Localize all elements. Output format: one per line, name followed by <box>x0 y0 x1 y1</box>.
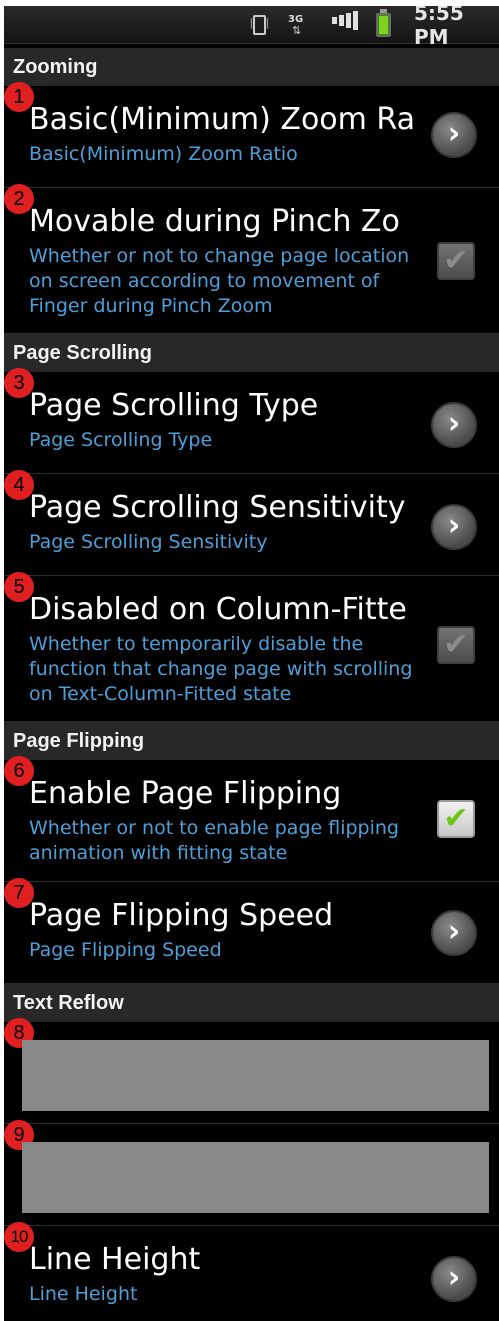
3g-data-icon: 3G ⇅ <box>288 14 304 37</box>
setting-disabled-column-fitted[interactable]: 5 Disabled on Column-Fitte Whether to te… <box>4 572 499 722</box>
setting-enable-page-flipping[interactable]: 6 Enable Page Flipping Whether or not to… <box>4 756 499 882</box>
settings-screen: ⦚ ⦚ 3G ⇅ 5:55 PM Zooming 1 Basic(Minimum)… <box>4 6 499 1321</box>
checkbox-check-icon[interactable]: ✔ <box>437 800 475 838</box>
setting-line-height[interactable]: 10 Line Height Line Height › <box>4 1222 499 1321</box>
setting-title: Disabled on Column-Fitte <box>29 592 407 627</box>
setting-movable-pinch-zoom[interactable]: 2 Movable during Pinch Zo Whether or not… <box>4 184 499 334</box>
signal-icon <box>332 6 358 44</box>
setting-title: Enable Page Flipping <box>29 776 342 811</box>
battery-icon <box>376 6 391 44</box>
section-header-zooming: Zooming <box>4 48 499 86</box>
setting-title: Page Scrolling Type <box>29 388 319 423</box>
vibrate-icon: ⦚ ⦚ <box>250 15 269 35</box>
setting-summary: Whether to temporarily disable the funct… <box>29 633 413 705</box>
chevron-right-icon[interactable]: › <box>431 504 477 550</box>
setting-title: Page Flipping Speed <box>29 898 334 933</box>
setting-redacted-8[interactable]: 8 <box>4 1018 499 1124</box>
section-header-text-reflow: Text Reflow <box>4 984 499 1022</box>
setting-summary: Page Scrolling Type <box>29 429 213 451</box>
setting-title: Movable during Pinch Zo <box>29 204 400 239</box>
checkbox-check-icon[interactable]: ✔ <box>437 242 475 280</box>
setting-summary: Page Scrolling Sensitivity <box>29 531 268 553</box>
setting-title: Line Height <box>29 1242 201 1277</box>
setting-page-scrolling-type[interactable]: 3 Page Scrolling Type Page Scrolling Typ… <box>4 368 499 474</box>
setting-redacted-9[interactable]: 9 <box>4 1120 499 1226</box>
section-header-page-scrolling: Page Scrolling <box>4 334 499 372</box>
chevron-right-icon[interactable]: › <box>431 1256 477 1302</box>
redacted-block <box>22 1040 489 1111</box>
chevron-right-icon[interactable]: › <box>431 402 477 448</box>
setting-title: Basic(Minimum) Zoom Ra <box>29 102 414 137</box>
chevron-right-icon[interactable]: › <box>431 910 477 956</box>
checkbox-check-icon[interactable]: ✔ <box>437 626 475 664</box>
redacted-block <box>22 1142 489 1213</box>
setting-page-flipping-speed[interactable]: 7 Page Flipping Speed Page Flipping Spee… <box>4 878 499 984</box>
setting-title: Page Scrolling Sensitivity <box>29 490 406 525</box>
section-header-page-flipping: Page Flipping <box>4 722 499 760</box>
setting-summary: Page Flipping Speed <box>29 939 222 961</box>
setting-page-scrolling-sensitivity[interactable]: 4 Page Scrolling Sensitivity Page Scroll… <box>4 470 499 576</box>
setting-summary: Whether or not to change page location o… <box>29 245 410 317</box>
chevron-right-icon[interactable]: › <box>431 112 477 158</box>
setting-summary: Basic(Minimum) Zoom Ratio <box>29 143 298 165</box>
setting-summary: Line Height <box>29 1283 138 1305</box>
setting-basic-zoom-ratio[interactable]: 1 Basic(Minimum) Zoom Ra Basic(Minimum) … <box>4 82 499 188</box>
status-bar: ⦚ ⦚ 3G ⇅ 5:55 PM <box>4 6 499 49</box>
status-time: 5:55 PM <box>414 6 464 49</box>
setting-summary: Whether or not to enable page flipping a… <box>29 817 399 864</box>
